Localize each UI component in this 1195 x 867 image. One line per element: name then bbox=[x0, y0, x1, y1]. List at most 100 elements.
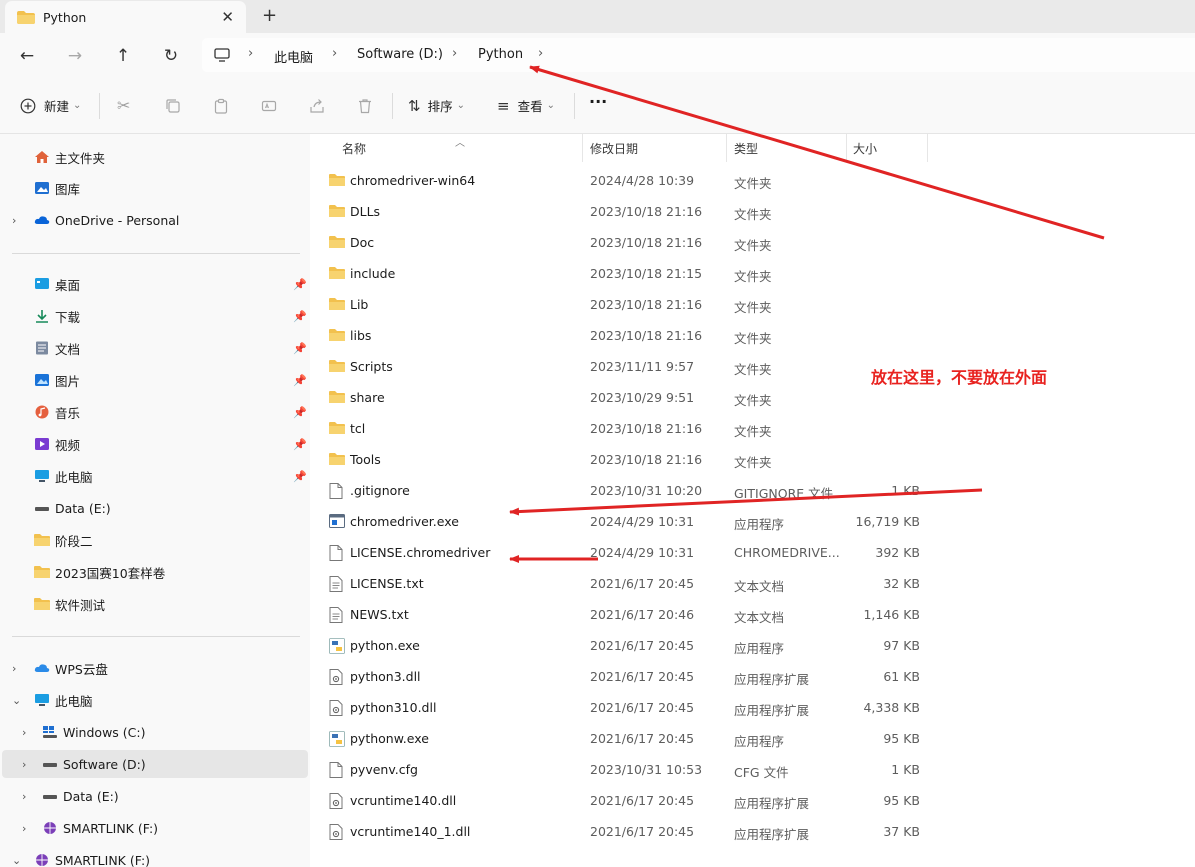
file-date: 2023/10/18 21:16 bbox=[590, 204, 703, 219]
tab-python[interactable]: Python ✕ bbox=[5, 1, 246, 33]
table-row[interactable]: pyvenv.cfg 2023/10/31 10:53 CFG 文件 1 KB bbox=[310, 754, 1195, 785]
sidebar-item-samples[interactable]: 2023国赛10套样卷 bbox=[0, 558, 310, 586]
table-row[interactable]: DLLs 2023/10/18 21:16 文件夹 bbox=[310, 196, 1195, 227]
share-icon[interactable] bbox=[309, 98, 325, 114]
more-options-icon[interactable]: ··· bbox=[589, 92, 607, 111]
back-arrow-icon[interactable]: ← bbox=[15, 44, 39, 68]
table-row[interactable]: vcruntime140.dll 2021/6/17 20:45 应用程序扩展 95 … bbox=[310, 785, 1195, 816]
table-row[interactable]: python310.dll 2021/6/17 20:45 应用程序扩展 4,338 … bbox=[310, 692, 1195, 723]
table-row[interactable]: chromedriver-win64 2024/4/28 10:39 文件夹 bbox=[310, 165, 1195, 196]
sidebar-item-label: 下载 bbox=[55, 309, 81, 325]
table-row[interactable]: include 2023/10/18 21:15 文件夹 bbox=[310, 258, 1195, 289]
sidebar-item-downloads[interactable]: 下载 📌 bbox=[0, 302, 310, 330]
column-divider[interactable] bbox=[927, 134, 928, 162]
table-row[interactable]: NEWS.txt 2021/6/17 20:46 文本文档 1,146 KB bbox=[310, 599, 1195, 630]
table-row[interactable]: Scripts 2023/11/11 9:57 文件夹 bbox=[310, 351, 1195, 382]
sidebar-item-this-pc-pinned[interactable]: 此电脑 📌 bbox=[0, 462, 310, 490]
chevron-down-icon[interactable]: ⌄ bbox=[12, 854, 21, 867]
sidebar-item-label: 音乐 bbox=[55, 405, 81, 421]
table-row[interactable]: chromedriver.exe 2024/4/29 10:31 应用程序 16,71… bbox=[310, 506, 1195, 537]
chevron-right-icon[interactable]: › bbox=[22, 822, 26, 835]
table-row[interactable]: pythonw.exe 2021/6/17 20:45 应用程序 95 KB bbox=[310, 723, 1195, 754]
pin-icon[interactable]: 📌 bbox=[293, 438, 307, 451]
breadcrumb-python[interactable]: Python bbox=[478, 47, 523, 62]
table-row[interactable]: .gitignore 2023/10/31 10:20 GITIGNORE 文件 1 … bbox=[310, 475, 1195, 506]
refresh-icon[interactable]: ↻ bbox=[159, 44, 183, 68]
sidebar-item-label: Data (E:) bbox=[63, 788, 119, 804]
chevron-down-icon[interactable]: ⌄ bbox=[12, 694, 21, 707]
column-header-type[interactable]: 类型 bbox=[734, 134, 844, 163]
cloud-icon bbox=[34, 216, 50, 224]
sidebar-item-onedrive[interactable]: › OneDrive - Personal bbox=[0, 206, 310, 234]
sidebar-item-home[interactable]: 主文件夹 bbox=[0, 143, 310, 171]
folder-icon bbox=[34, 566, 50, 578]
copy-icon[interactable] bbox=[165, 98, 181, 114]
view-button[interactable]: ≡ 查看 ⌄ bbox=[497, 96, 555, 115]
sidebar-item-label: 2023国赛10套样卷 bbox=[55, 565, 166, 581]
column-header-size[interactable]: 大小 bbox=[853, 134, 923, 163]
table-row[interactable]: LICENSE.txt 2021/6/17 20:45 文本文档 32 KB bbox=[310, 568, 1195, 599]
sidebar-item-windows-c[interactable]: › Windows (C:) bbox=[0, 718, 310, 746]
close-icon[interactable]: ✕ bbox=[221, 8, 234, 26]
sidebar-item-data-e[interactable]: Data (E:) bbox=[0, 494, 310, 522]
rename-icon[interactable] bbox=[261, 98, 277, 114]
sidebar-item-smartlink-f[interactable]: › SMARTLINK (F:) bbox=[0, 814, 310, 842]
up-arrow-icon[interactable]: ↑ bbox=[111, 44, 135, 68]
pin-icon[interactable]: 📌 bbox=[293, 278, 307, 291]
table-row[interactable]: Tools 2023/10/18 21:16 文件夹 bbox=[310, 444, 1195, 475]
table-row[interactable]: share 2023/10/29 9:51 文件夹 bbox=[310, 382, 1195, 413]
table-row[interactable]: python3.dll 2021/6/17 20:45 应用程序扩展 61 KB bbox=[310, 661, 1195, 692]
chevron-right-icon[interactable]: › bbox=[12, 214, 16, 227]
chevron-right-icon[interactable]: › bbox=[22, 790, 26, 803]
sidebar-item-data-e-tree[interactable]: › Data (E:) bbox=[0, 782, 310, 810]
table-row[interactable]: libs 2023/10/18 21:16 文件夹 bbox=[310, 320, 1195, 351]
column-header-date[interactable]: 修改日期 bbox=[590, 134, 725, 163]
sidebar-item-videos[interactable]: 视频 📌 bbox=[0, 430, 310, 458]
file-type: 文件夹 bbox=[734, 362, 772, 377]
table-row[interactable]: Doc 2023/10/18 21:16 文件夹 bbox=[310, 227, 1195, 258]
pin-icon[interactable]: 📌 bbox=[293, 374, 307, 387]
sidebar-item-stage2[interactable]: 阶段二 bbox=[0, 526, 310, 554]
table-row[interactable]: vcruntime140_1.dll 2021/6/17 20:45 应用程序扩展 3… bbox=[310, 816, 1195, 847]
paste-icon[interactable] bbox=[213, 98, 229, 114]
sidebar-item-this-pc[interactable]: ⌄ 此电脑 bbox=[0, 686, 310, 714]
chevron-right-icon[interactable]: › bbox=[22, 726, 26, 739]
breadcrumb-separator[interactable]: › bbox=[538, 46, 543, 61]
sort-button[interactable]: ⇅ 排序 ⌄ bbox=[408, 96, 465, 115]
breadcrumb-software-d[interactable]: Software (D:) bbox=[357, 47, 443, 62]
file-size: 1 KB bbox=[891, 762, 920, 777]
sidebar-item-smartlink-f-root[interactable]: ⌄ SMARTLINK (F:) bbox=[0, 846, 310, 867]
pin-icon[interactable]: 📌 bbox=[293, 470, 307, 483]
table-row[interactable]: tcl 2023/10/18 21:16 文件夹 bbox=[310, 413, 1195, 444]
delete-icon[interactable] bbox=[357, 98, 373, 114]
sidebar-item-pictures[interactable]: 图片 📌 bbox=[0, 366, 310, 394]
address-bar[interactable]: › 此电脑 › Software (D:) › Python › bbox=[202, 38, 1195, 72]
column-divider[interactable] bbox=[846, 134, 847, 162]
file-type: 应用程序 bbox=[734, 517, 785, 532]
sidebar-item-music[interactable]: 音乐 📌 bbox=[0, 398, 310, 426]
sidebar-item-documents[interactable]: 文档 📌 bbox=[0, 334, 310, 362]
cut-icon[interactable]: ✂ bbox=[117, 96, 130, 115]
forward-arrow-icon[interactable]: → bbox=[63, 44, 87, 68]
pin-icon[interactable]: 📌 bbox=[293, 406, 307, 419]
chevron-right-icon[interactable]: › bbox=[12, 662, 16, 675]
column-divider[interactable] bbox=[582, 134, 583, 162]
sidebar-item-gallery[interactable]: 图库 bbox=[0, 174, 310, 202]
sidebar-item-desktop[interactable]: 桌面 📌 bbox=[0, 270, 310, 298]
new-button[interactable]: 新建 ⌄ bbox=[20, 96, 81, 115]
breadcrumb-this-pc[interactable]: 此电脑 bbox=[274, 47, 313, 66]
sidebar-item-software-d[interactable]: › Software (D:) bbox=[2, 750, 308, 778]
sidebar-item-software-test[interactable]: 软件测试 bbox=[0, 590, 310, 618]
folder-icon bbox=[329, 421, 345, 436]
sidebar-item-wps-cloud[interactable]: › WPS云盘 bbox=[0, 654, 310, 682]
chevron-right-icon[interactable]: › bbox=[22, 758, 26, 771]
table-row[interactable]: LICENSE.chromedriver 2024/4/29 10:31 CHROM… bbox=[310, 537, 1195, 568]
file-date: 2023/10/18 21:15 bbox=[590, 266, 703, 281]
new-tab-icon[interactable]: + bbox=[262, 5, 277, 26]
table-row[interactable]: Lib 2023/10/18 21:16 文件夹 bbox=[310, 289, 1195, 320]
pin-icon[interactable]: 📌 bbox=[293, 310, 307, 323]
table-row[interactable]: python.exe 2021/6/17 20:45 应用程序 97 KB bbox=[310, 630, 1195, 661]
column-header-name[interactable]: 名称 bbox=[342, 134, 582, 163]
pin-icon[interactable]: 📌 bbox=[293, 342, 307, 355]
column-divider[interactable] bbox=[726, 134, 727, 162]
